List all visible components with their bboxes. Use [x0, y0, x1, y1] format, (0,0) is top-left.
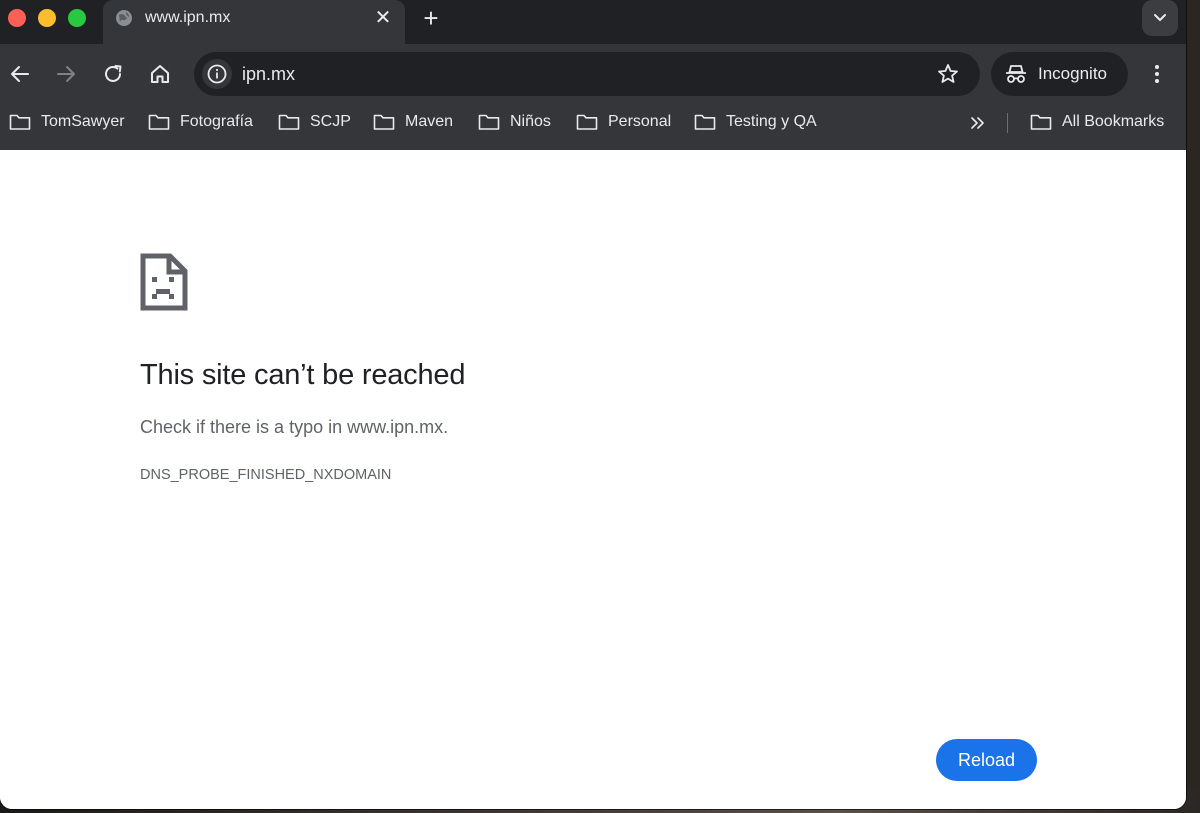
- bookmarks-bar: TomSawyer Fotografía SCJP Maven Niños Pe…: [0, 104, 1186, 150]
- home-icon[interactable]: [147, 61, 173, 87]
- bookmark-label: Niños: [510, 113, 551, 130]
- bookmark-folder-maven[interactable]: Maven: [373, 104, 453, 140]
- back-arrow-icon[interactable]: [7, 61, 33, 87]
- forward-arrow-icon[interactable]: [53, 61, 79, 87]
- folder-icon: [278, 114, 300, 130]
- minimize-window-button[interactable]: [38, 9, 56, 27]
- address-bar-url[interactable]: ipn.mx: [242, 63, 295, 85]
- reload-button[interactable]: Reload: [936, 739, 1037, 781]
- bookmarks-separator: [1007, 113, 1008, 133]
- close-icon[interactable]: ✕: [373, 8, 393, 28]
- close-window-button[interactable]: [8, 9, 26, 27]
- sad-file-icon: [140, 253, 188, 311]
- bookmark-label: Fotografía: [180, 113, 253, 130]
- error-description: Check if there is a typo in www.ipn.mx.: [140, 417, 449, 437]
- bookmark-label: Personal: [608, 113, 672, 130]
- site-info-button[interactable]: [202, 59, 232, 89]
- bookmark-label: SCJP: [310, 113, 351, 130]
- folder-icon: [148, 114, 170, 130]
- tab-search-button[interactable]: [1142, 0, 1178, 36]
- folder-icon: [478, 114, 500, 130]
- all-bookmarks-button[interactable]: All Bookmarks: [1030, 104, 1164, 140]
- double-chevron-right-icon[interactable]: [968, 113, 988, 133]
- bookmark-folder-tomsawyer[interactable]: TomSawyer: [9, 104, 125, 140]
- chevron-down-icon: [1154, 14, 1166, 21]
- toolbar: ipn.mx Incognito: [0, 44, 1186, 104]
- bookmark-label: Maven: [405, 113, 454, 130]
- bookmark-folder-fotografia[interactable]: Fotografía: [148, 104, 253, 140]
- browser-window: www.ipn.mx ✕ + ipn.mx Incognito TomSawye…: [0, 0, 1186, 809]
- fullscreen-window-button[interactable]: [68, 9, 86, 27]
- folder-icon: [9, 114, 31, 130]
- incognito-icon: [1006, 65, 1026, 83]
- error-page: This site can’t be reached Check if ther…: [0, 150, 1186, 809]
- error-code: DNS_PROBE_FINISHED_NXDOMAIN: [140, 467, 392, 483]
- bookmark-label: Testing y QA: [726, 113, 817, 130]
- info-icon: [207, 64, 227, 84]
- folder-icon: [694, 114, 716, 130]
- incognito-profile-button[interactable]: Incognito: [991, 52, 1128, 96]
- tab-active[interactable]: www.ipn.mx ✕: [103, 0, 405, 44]
- folder-icon: [373, 114, 395, 130]
- star-icon[interactable]: [936, 62, 960, 86]
- bookmark-folder-testing-y-qa[interactable]: Testing y QA: [694, 104, 817, 140]
- bookmark-folder-personal[interactable]: Personal: [576, 104, 671, 140]
- globe-icon: [116, 10, 132, 26]
- tab-strip: www.ipn.mx ✕ +: [0, 0, 1186, 44]
- tab-title: www.ipn.mx: [145, 9, 231, 26]
- bookmark-folder-scjp[interactable]: SCJP: [278, 104, 351, 140]
- bookmark-folder-ninos[interactable]: Niños: [478, 104, 551, 140]
- reload-icon[interactable]: [100, 61, 126, 87]
- address-bar[interactable]: ipn.mx: [194, 52, 980, 96]
- plus-icon[interactable]: +: [418, 5, 444, 31]
- error-title: This site can’t be reached: [140, 359, 466, 391]
- bookmark-label: TomSawyer: [41, 113, 125, 130]
- incognito-label: Incognito: [1038, 64, 1107, 83]
- more-vert-icon[interactable]: [1146, 62, 1168, 86]
- folder-icon: [1030, 114, 1052, 130]
- all-bookmarks-label: All Bookmarks: [1062, 113, 1165, 130]
- folder-icon: [576, 114, 598, 130]
